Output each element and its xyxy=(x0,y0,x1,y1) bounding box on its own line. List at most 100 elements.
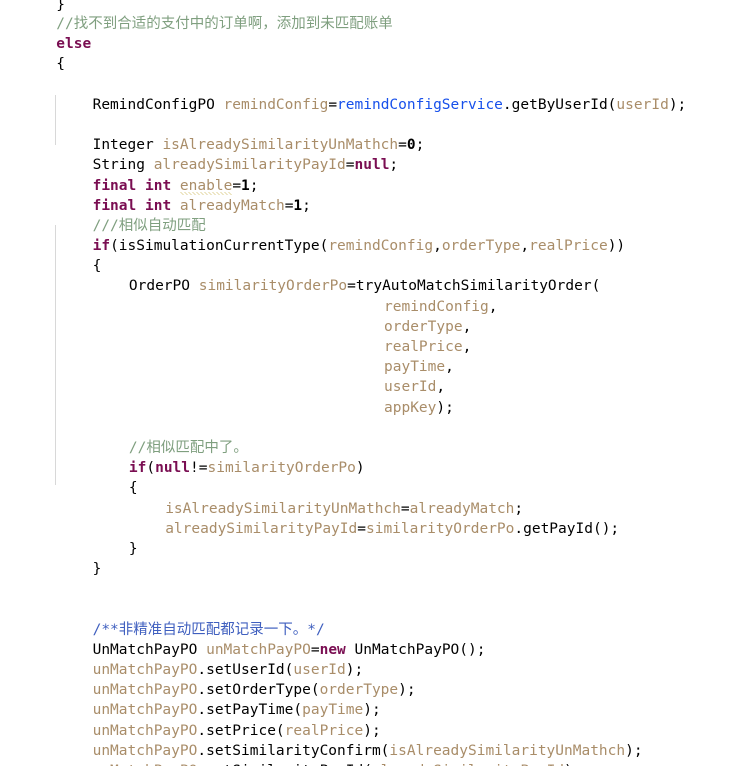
code-token: isAlreadySimilarityUnMathch xyxy=(162,137,399,154)
code-line[interactable] xyxy=(20,418,736,438)
code-line[interactable]: } xyxy=(20,559,736,579)
code-line[interactable]: orderType, xyxy=(20,317,736,337)
code-token: UnMatchPayPO xyxy=(92,641,207,658)
code-line[interactable]: unMatchPayPO.setUserId(userId); xyxy=(20,660,736,680)
code-token: alreadySimilarityPayId xyxy=(165,520,358,537)
code-token: alreadyMatch xyxy=(179,197,285,214)
code-line[interactable]: else xyxy=(20,34,736,54)
code-line[interactable] xyxy=(20,115,736,135)
code-line[interactable]: /**非精准自动匹配都记录一下。*/ xyxy=(20,620,736,640)
code-line[interactable]: remindConfig, xyxy=(20,297,736,317)
code-line[interactable]: final int enable=1; xyxy=(20,176,736,196)
code-line[interactable]: Integer isAlreadySimilarityUnMathch=0; xyxy=(20,135,736,155)
code-token: = xyxy=(345,157,355,174)
code-line[interactable]: unMatchPayPO.setPrice(realPrice); xyxy=(20,721,736,741)
code-token: new xyxy=(319,641,346,658)
code-line[interactable]: } xyxy=(20,0,736,14)
code-token: = xyxy=(347,278,356,295)
code-token: .getPayId(); xyxy=(514,520,620,537)
code-token: UnMatchPayPO(); xyxy=(345,641,486,658)
code-token: realPrice xyxy=(284,722,364,739)
code-token: ); xyxy=(436,399,454,416)
code-token: ; xyxy=(302,197,311,214)
code-line[interactable]: //找不到合适的支付中的订单啊，添加到未匹配账单 xyxy=(20,14,736,34)
code-token: ///相似自动匹配 xyxy=(92,217,206,234)
code-token: .setPayTime( xyxy=(197,702,303,719)
code-token: userId xyxy=(384,379,437,396)
code-token: final xyxy=(92,177,137,194)
code-line[interactable]: unMatchPayPO.setPayTime(payTime); xyxy=(20,700,736,720)
code-line[interactable]: appKey); xyxy=(20,398,736,418)
code-line[interactable]: payTime, xyxy=(20,357,736,377)
code-line[interactable]: userId, xyxy=(20,377,736,397)
code-line[interactable]: unMatchPayPO.setSimilarityPayId(alreadyS… xyxy=(20,761,736,766)
code-line[interactable]: final int alreadyMatch=1; xyxy=(20,196,736,216)
code-token: } xyxy=(128,540,138,557)
code-token: ; xyxy=(249,177,259,194)
code-token: Integer xyxy=(92,137,163,154)
code-line[interactable]: if(null!=similarityOrderPo) xyxy=(20,458,736,478)
code-token: tryAutoMatchSimilarityOrder( xyxy=(355,278,601,295)
code-token: appKey xyxy=(384,399,437,416)
code-line[interactable]: { xyxy=(20,478,736,498)
code-token: isAlreadySimilarityUnMathch xyxy=(389,742,626,759)
code-line[interactable]: ///相似自动匹配 xyxy=(20,216,736,236)
code-token: int xyxy=(144,177,172,194)
code-line[interactable] xyxy=(20,75,736,95)
code-line[interactable]: OrderPO similarityOrderPo=tryAutoMatchSi… xyxy=(20,276,736,296)
code-token: payTime xyxy=(384,359,446,376)
code-line[interactable]: } xyxy=(20,539,736,559)
code-token: .setOrderType( xyxy=(197,682,320,699)
code-line[interactable] xyxy=(20,579,736,599)
code-token: alreadySimilarityPayId xyxy=(153,157,346,174)
code-token: alreadyMatch xyxy=(409,500,515,517)
code-token: = xyxy=(232,177,242,194)
code-token: , xyxy=(462,318,472,335)
code-line[interactable]: isAlreadySimilarityUnMathch=alreadyMatch… xyxy=(20,499,736,519)
code-token: if xyxy=(128,460,147,477)
code-token: } xyxy=(92,561,102,578)
code-token: { xyxy=(56,56,66,73)
code-token: similarityOrderPo xyxy=(365,520,515,537)
code-token: else xyxy=(56,36,92,53)
code-line[interactable]: if(isSimulationCurrentType(remindConfig,… xyxy=(20,236,736,256)
code-editor[interactable]: } //找不到合适的支付中的订单啊，添加到未匹配账单 else { RemindCon… xyxy=(0,0,736,766)
code-token: unMatchPayPO xyxy=(92,682,198,699)
code-token: String xyxy=(92,157,154,174)
code-token: ); xyxy=(668,96,687,113)
code-token: (isSimulationCurrentType( xyxy=(110,238,329,255)
code-token: if xyxy=(92,238,111,255)
code-token: = xyxy=(328,96,338,113)
code-token: remindConfig xyxy=(328,238,434,255)
code-lines-container[interactable]: } //找不到合适的支付中的订单啊，添加到未匹配账单 else { RemindCon… xyxy=(0,0,736,766)
code-line[interactable]: alreadySimilarityPayId=similarityOrderPo… xyxy=(20,519,736,539)
code-token: orderType xyxy=(441,238,521,255)
code-line[interactable]: String alreadySimilarityPayId=null; xyxy=(20,155,736,175)
code-token: int xyxy=(144,197,172,214)
code-line[interactable]: UnMatchPayPO unMatchPayPO=new UnMatchPay… xyxy=(20,640,736,660)
code-line[interactable]: RemindConfigPO remindConfig=remindConfig… xyxy=(20,95,736,115)
code-token: //相似匹配中了。 xyxy=(128,439,248,456)
code-line[interactable] xyxy=(20,599,736,619)
code-token: orderType xyxy=(319,682,399,699)
code-token: OrderPO xyxy=(128,278,199,295)
code-token: = xyxy=(310,641,320,658)
code-line[interactable]: realPrice, xyxy=(20,337,736,357)
code-token: , xyxy=(445,359,454,376)
code-line[interactable]: { xyxy=(20,256,736,276)
code-token: = xyxy=(400,500,410,517)
code-token: { xyxy=(128,480,138,497)
code-token-warning: enable xyxy=(179,177,233,195)
code-line[interactable]: unMatchPayPO.setOrderType(orderType); xyxy=(20,680,736,700)
code-token: RemindConfigPO xyxy=(92,96,224,113)
code-token: , xyxy=(488,298,498,315)
code-token: payTime xyxy=(302,702,364,719)
code-line[interactable]: //相似匹配中了。 xyxy=(20,438,736,458)
code-token: realPrice xyxy=(384,339,463,355)
code-line[interactable]: { xyxy=(20,54,736,74)
code-line[interactable]: unMatchPayPO.setSimilarityConfirm(isAlre… xyxy=(20,741,736,761)
code-token: = xyxy=(398,137,407,154)
